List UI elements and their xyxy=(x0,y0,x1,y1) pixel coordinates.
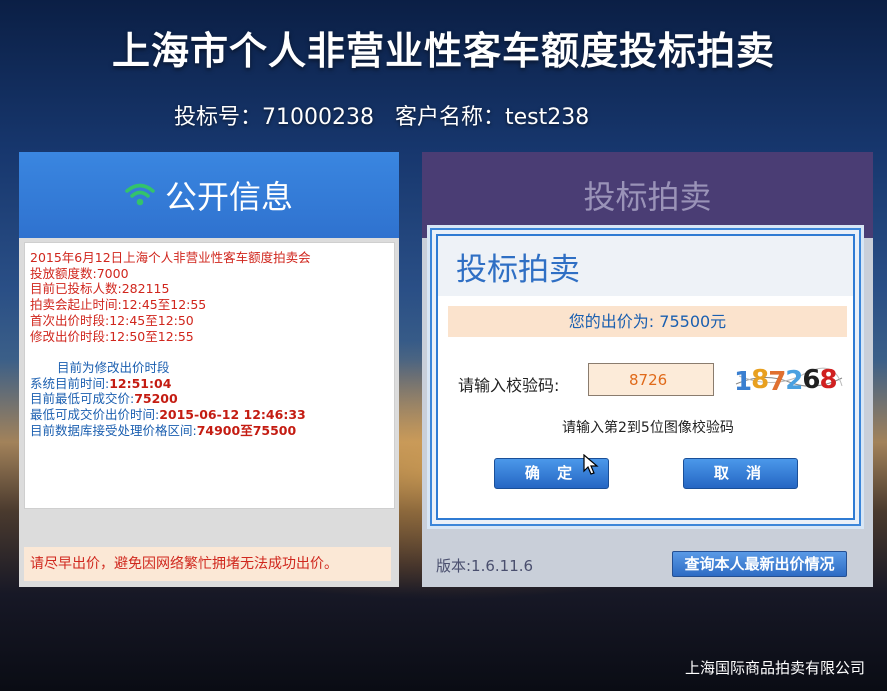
min-price-row: 目前最低可成交价:75200 xyxy=(30,391,311,407)
min-price-time-value: 2015-06-12 12:46:33 xyxy=(159,407,306,423)
page-title: 上海市个人非营业性客车额度投标拍卖 xyxy=(111,29,775,73)
info-line: 首次出价时段:12:45至12:50 xyxy=(30,312,194,328)
captcha-digit: 8 xyxy=(819,365,837,395)
warning-message: 请尽早出价，避免因网络繁忙拥堵无法成功出价。 xyxy=(24,547,391,581)
public-info-header: 公开信息 xyxy=(19,152,399,238)
bid-panel: 投标拍卖 投标拍卖 您的出价为: 75500元 请输入校验码: 187268 请… xyxy=(422,152,873,587)
footer-company: 上海国际商品拍卖有限公司 xyxy=(684,659,865,677)
captcha-digit: 7 xyxy=(768,367,786,397)
cancel-button[interactable]: 取 消 xyxy=(683,458,798,489)
version-label: 版本:1.6.11.6 xyxy=(436,557,534,575)
captcha-digit: 8 xyxy=(751,365,769,395)
captcha-label: 请输入校验码: xyxy=(458,376,560,395)
captcha-digit: 2 xyxy=(785,366,803,396)
bid-panel-header: 投标拍卖 xyxy=(422,152,873,238)
bid-dialog: 投标拍卖 您的出价为: 75500元 请输入校验码: 187268 请输入第2到… xyxy=(430,228,861,526)
accept-range-value: 74900至75500 xyxy=(196,422,297,438)
system-time-row: 系统目前时间:12:51:04 xyxy=(30,376,311,392)
query-latest-bid-button[interactable]: 查询本人最新出价情况 xyxy=(672,551,847,577)
info-box: 2015年6月12日上海个人非营业性客车额度拍卖会 投放额度数:7000 目前已… xyxy=(24,242,395,509)
system-time-label: 系统目前时间: xyxy=(30,375,110,391)
dialog-title: 投标拍卖 xyxy=(456,252,580,288)
captcha-digit: 1 xyxy=(734,367,752,397)
captcha-hint: 请输入第2到5位图像校验码 xyxy=(562,420,734,436)
bidder-info: 投标号：71000238 客户名称：test238 xyxy=(174,105,590,130)
accept-range-row: 目前数据库接受处理价格区间:74900至75500 xyxy=(30,423,311,439)
bid-dialog-body: 投标拍卖 您的出价为: 75500元 请输入校验码: 187268 请输入第2到… xyxy=(436,234,855,520)
bid-price-display: 您的出价为: 75500元 xyxy=(448,306,847,337)
accept-range-label: 目前数据库接受处理价格区间: xyxy=(30,422,197,438)
mouse-cursor-icon xyxy=(583,454,599,475)
system-time-value: 12:51:04 xyxy=(109,375,172,391)
min-price-time-row: 最低可成交价出价时间:2015-06-12 12:46:33 xyxy=(30,407,311,423)
info-line: 2015年6月12日上海个人非营业性客车额度拍卖会 xyxy=(30,250,311,265)
captcha-input[interactable] xyxy=(588,363,714,396)
info-line: 拍卖会起止时间:12:45至12:55 xyxy=(30,297,207,313)
captcha-digit: 6 xyxy=(802,365,820,395)
public-info-panel: 公开信息 2015年6月12日上海个人非营业性客车额度拍卖会 投放额度数:700… xyxy=(19,152,399,587)
min-price-label: 目前最低可成交价: xyxy=(30,391,135,407)
info-line: 目前已投标人数:282115 xyxy=(30,281,170,297)
current-phase: 目前为修改出价时段 xyxy=(57,359,170,375)
info-line: 修改出价时段:12:50至12:55 xyxy=(30,328,194,344)
public-info-title: 公开信息 xyxy=(164,178,293,216)
min-price-time-label: 最低可成交价出价时间: xyxy=(30,407,160,423)
captcha-image[interactable]: 187268 xyxy=(734,364,844,397)
min-price-value: 75200 xyxy=(134,391,178,407)
info-line: 投放额度数:7000 xyxy=(30,265,129,281)
wifi-icon xyxy=(125,183,155,206)
